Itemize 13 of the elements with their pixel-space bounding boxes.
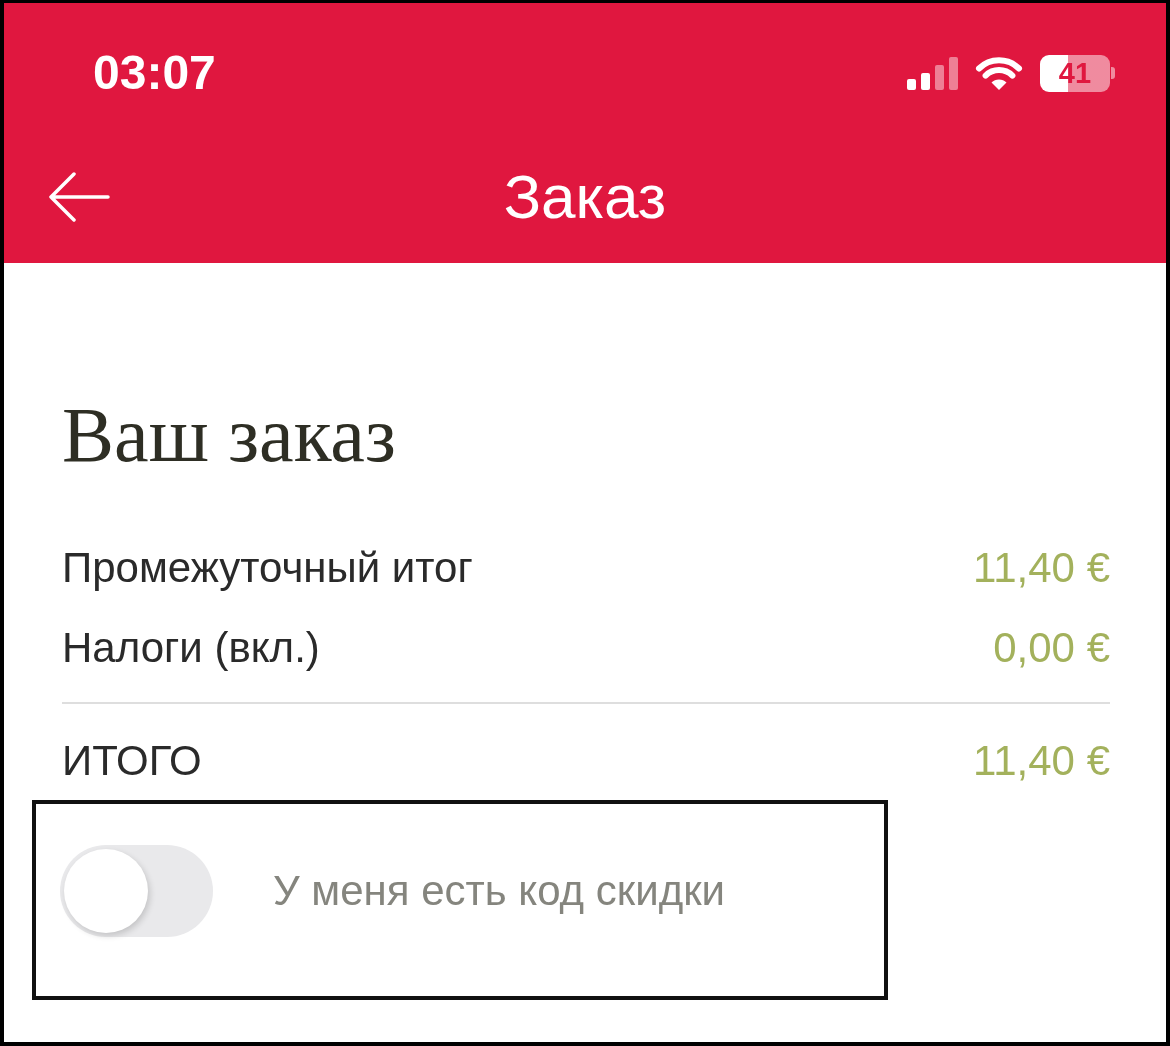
wifi-icon: [975, 55, 1023, 91]
summary-amount: 0,00 €: [993, 623, 1110, 673]
signal-icon: [907, 56, 958, 90]
total-label: ИТОГО: [62, 736, 202, 786]
status-time: 03:07: [93, 46, 216, 100]
summary-label: Налоги (вкл.): [62, 623, 320, 673]
summary-label: Промежуточный итог: [62, 543, 473, 593]
arrow-left-icon: [48, 172, 110, 222]
discount-label: У меня есть код скидки: [273, 866, 725, 916]
total-amount: 11,40 €: [973, 736, 1110, 786]
screen-title: Заказ: [503, 161, 667, 233]
summary-amount: 11,40 €: [973, 543, 1110, 593]
order-heading: Ваш заказ: [62, 390, 397, 480]
